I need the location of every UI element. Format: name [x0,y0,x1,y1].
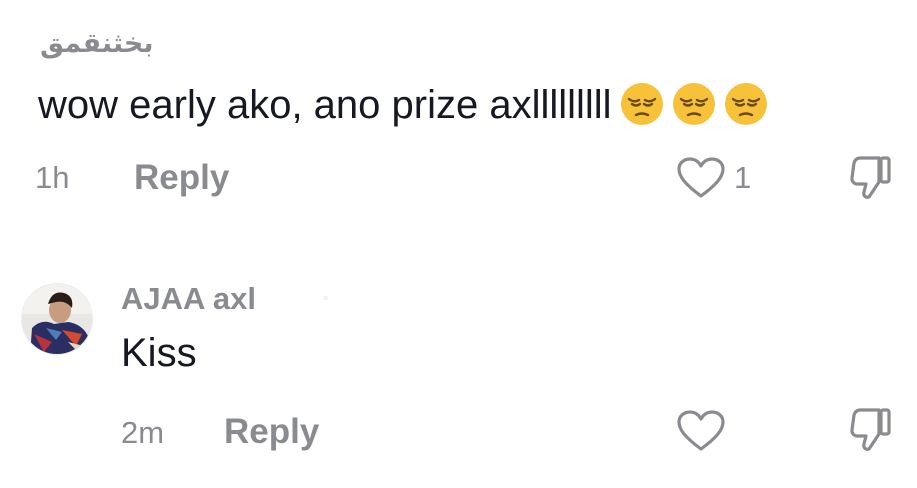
pensive-face-emoji [620,83,663,125]
heart-icon[interactable] [676,156,726,200]
thumbs-down-icon[interactable] [849,154,893,200]
creator-tag-faded: · [322,283,331,313]
avatar[interactable] [21,283,93,355]
comment-body: Kiss [121,331,197,375]
reply-button[interactable]: Reply [224,412,319,452]
pensive-face-emoji [724,83,767,125]
comment-text: wow early ako, ano prize axlllllllll [38,82,768,128]
comment-body: wow early ako, ano prize axlllllllll [38,83,612,127]
like-count: 1 [734,160,752,195]
comment-timestamp: 1h [35,160,70,195]
reply-button[interactable]: Reply [134,158,229,198]
heart-icon[interactable] [676,409,726,453]
thumbs-down-icon[interactable] [849,406,893,452]
comment-username[interactable]: AJAA axl [121,281,256,317]
avatar-photo [22,284,92,354]
pensive-face-emoji [672,83,715,125]
comment-timestamp: 2m [121,415,165,450]
comment-username[interactable]: بخثنقمق [40,28,154,59]
